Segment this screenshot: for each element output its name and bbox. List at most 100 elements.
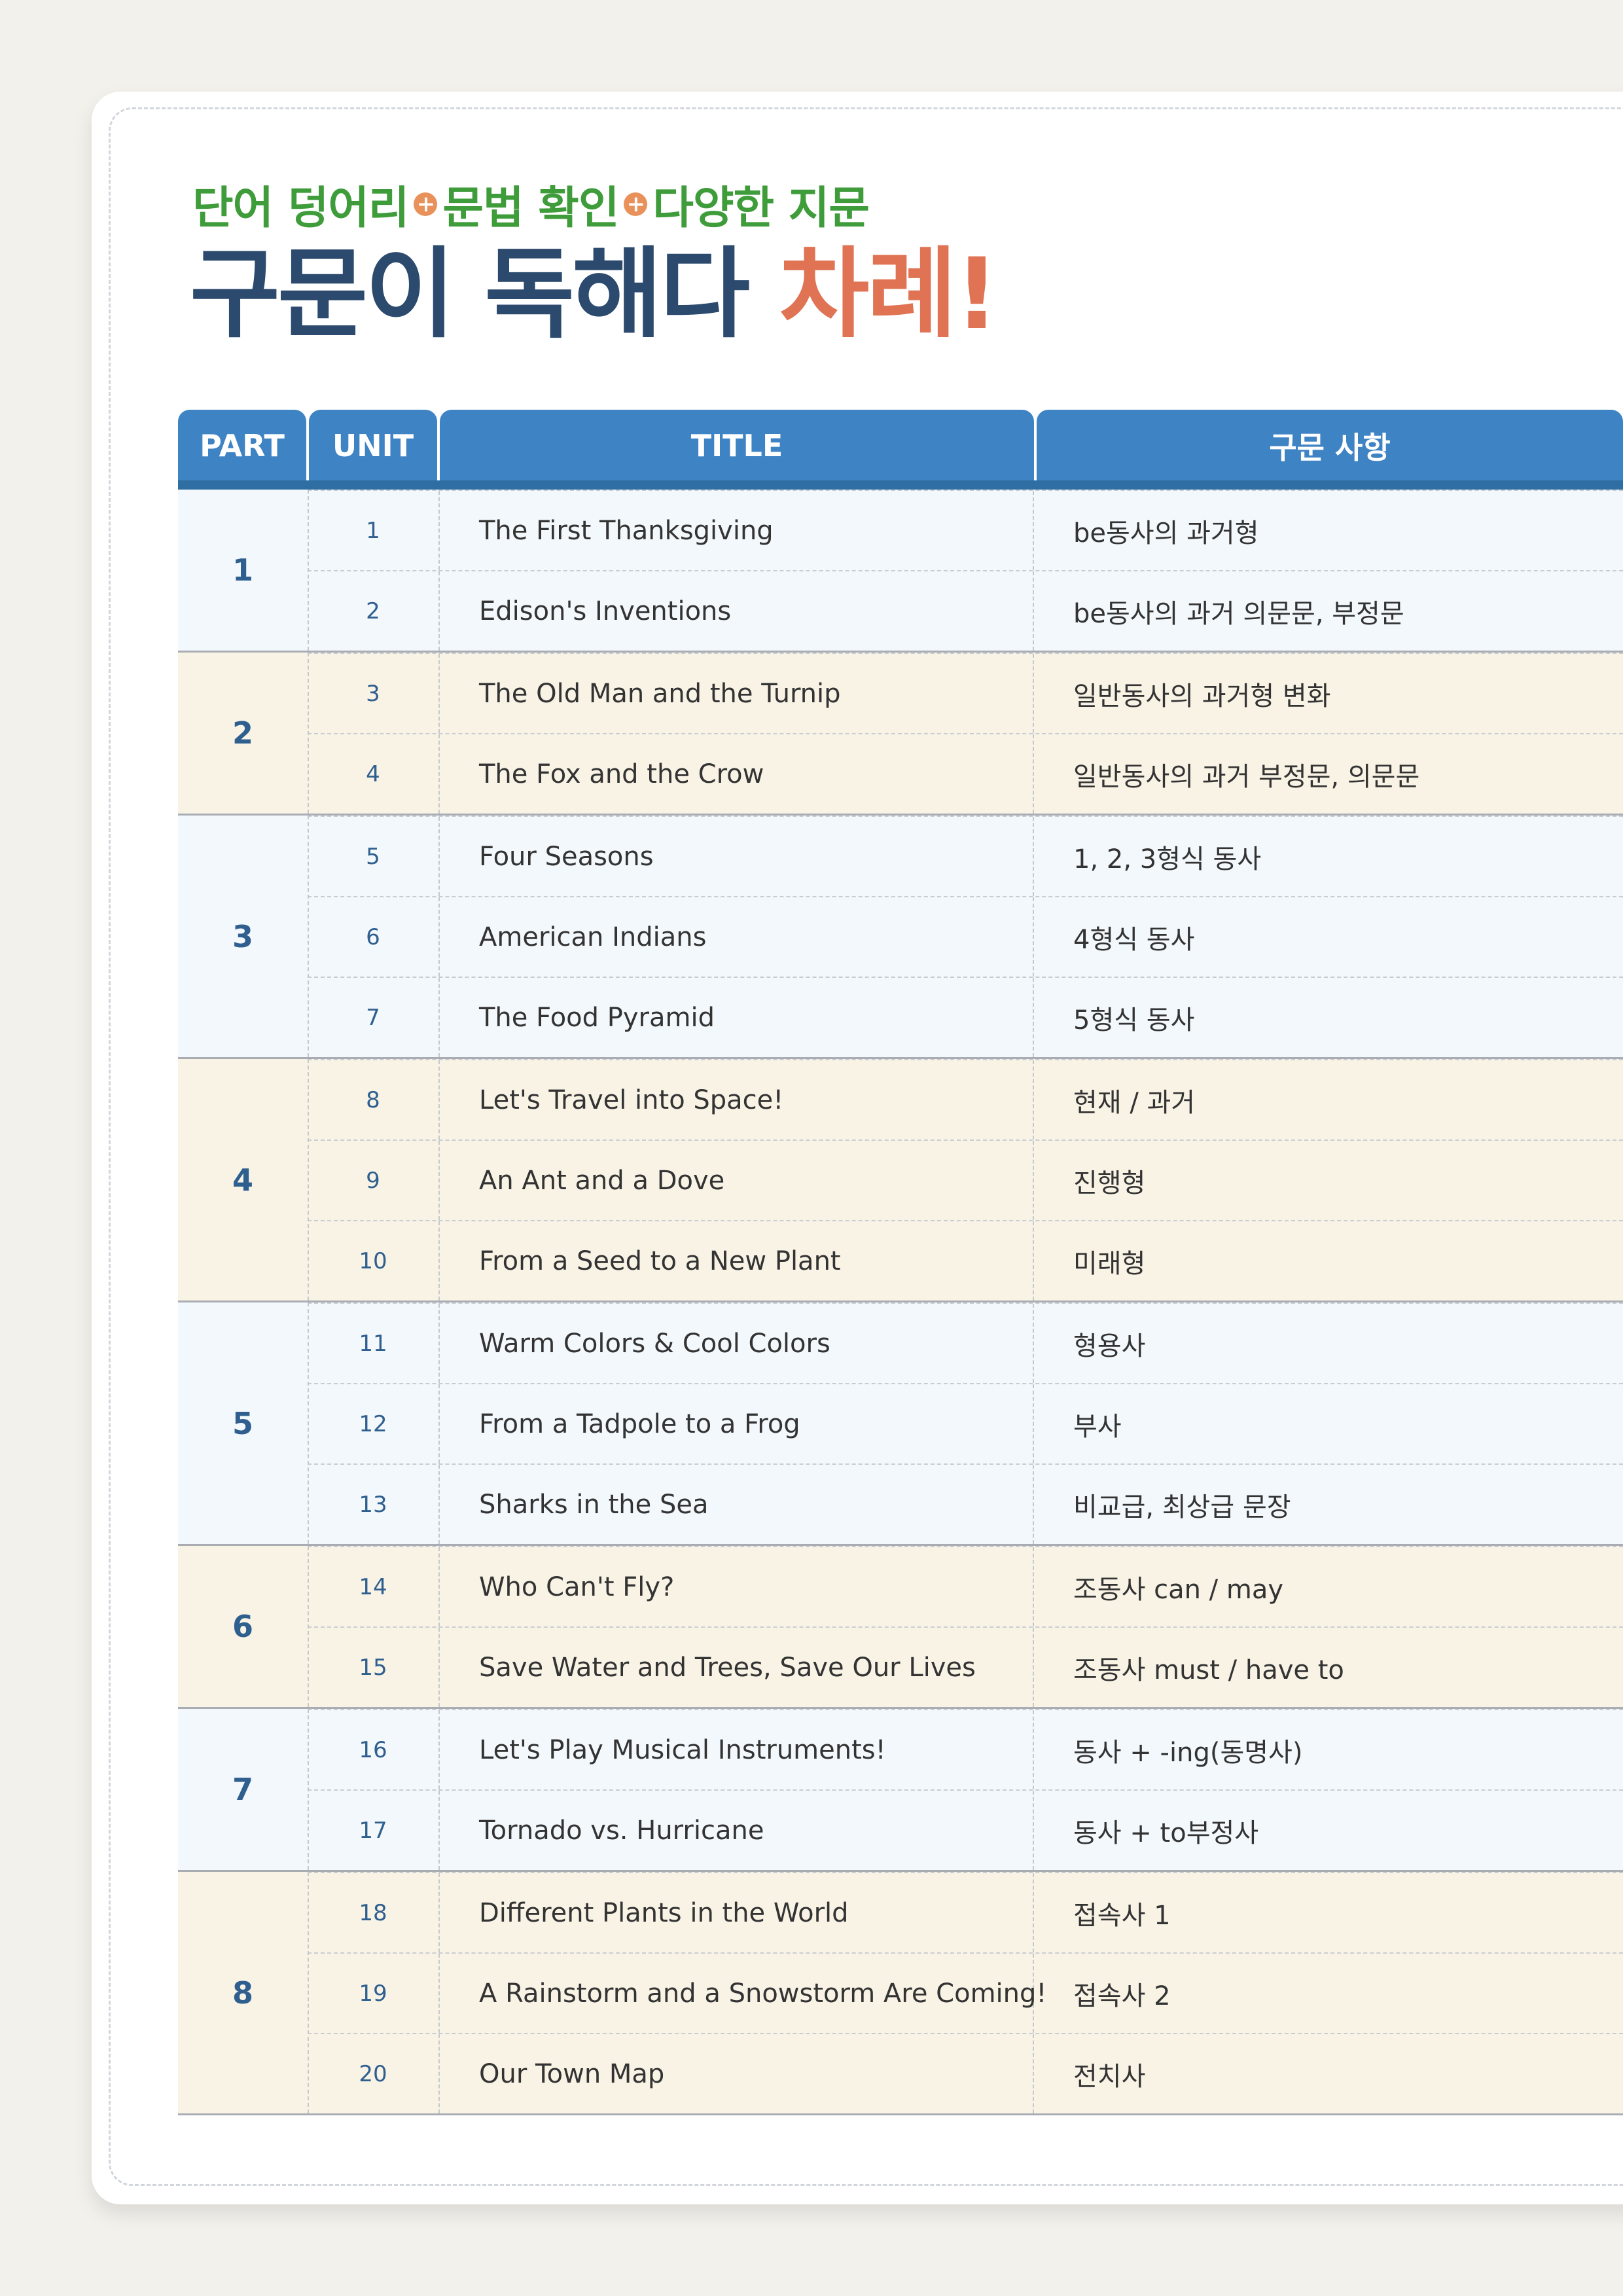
part-group: 2 3 The Old Man and the Turnip 일반동사의 과거형 변화… bbox=[178, 653, 1623, 816]
part-group: 7 16 Let's Play Musical Instruments! 동사 + -… bbox=[178, 1709, 1623, 1872]
table-row: 1 The First Thanksgiving be동사의 과거형 bbox=[308, 490, 1623, 570]
subtitle-word-chunks: 단어 덩어리 bbox=[192, 183, 409, 234]
grammar-point: 접속사 2 bbox=[1073, 1981, 1171, 2011]
unit-number: 12 bbox=[308, 1384, 440, 1463]
table-row: 6 American Indians 4형식 동사 bbox=[308, 896, 1623, 977]
unit-number: 2 bbox=[308, 571, 440, 651]
grammar-point: 미래형 bbox=[1073, 1248, 1146, 1279]
unit-number: 4 bbox=[308, 734, 440, 814]
part-number: 4 bbox=[178, 1059, 309, 1300]
table-header: PART UNIT TITLE 구문 사항 bbox=[178, 410, 1623, 490]
part-number: 2 bbox=[178, 653, 309, 814]
unit-number: 13 bbox=[308, 1465, 440, 1544]
unit-title: Sharks in the Sea bbox=[440, 1465, 1034, 1544]
part-group: 4 8 Let's Travel into Space! 현재 / 과거 9 An Ant… bbox=[178, 1059, 1623, 1302]
grammar-point: 조동사 can / may bbox=[1073, 1574, 1284, 1605]
subtitle: 단어 덩어리 + 문법 확인 + 다양한 지문 bbox=[192, 171, 870, 236]
part-number: 7 bbox=[178, 1709, 309, 1870]
grammar-point: 동사 + to부정사 bbox=[1073, 1818, 1259, 1848]
contents-table: PART UNIT TITLE 구문 사항 1 1 The First Thanks… bbox=[178, 410, 1623, 2115]
unit-title: Who Can't Fly? bbox=[440, 1547, 1034, 1626]
unit-number: 3 bbox=[308, 654, 440, 733]
unit-title: Edison's Inventions bbox=[440, 571, 1034, 651]
table-row: 7 The Food Pyramid 5형식 동사 bbox=[308, 977, 1623, 1057]
unit-title: An Ant and a Dove bbox=[440, 1141, 1034, 1220]
unit-title: Warm Colors & Cool Colors bbox=[440, 1304, 1034, 1383]
table-row: 14 Who Can't Fly? 조동사 can / may bbox=[308, 1546, 1623, 1626]
unit-title: Save Water and Trees, Save Our Lives bbox=[440, 1628, 1034, 1707]
unit-title: The Old Man and the Turnip bbox=[440, 654, 1034, 733]
unit-number: 11 bbox=[308, 1304, 440, 1383]
grammar-point: 1, 2, 3형식 동사 bbox=[1073, 844, 1262, 874]
unit-title: Four Seasons bbox=[440, 817, 1034, 896]
part-number: 8 bbox=[178, 1872, 309, 2113]
unit-title: From a Seed to a New Plant bbox=[440, 1221, 1034, 1300]
unit-number: 7 bbox=[308, 978, 440, 1057]
subtitle-various-passages: 다양한 지문 bbox=[652, 183, 869, 234]
header-underline bbox=[178, 480, 1623, 490]
part-group: 6 14 Who Can't Fly? 조동사 can / may 15 Save Wat… bbox=[178, 1546, 1623, 1709]
unit-number: 20 bbox=[308, 2034, 440, 2113]
grammar-point: 접속사 1 bbox=[1073, 1900, 1171, 1931]
unit-number: 15 bbox=[308, 1628, 440, 1707]
unit-title: Let's Travel into Space! bbox=[440, 1060, 1034, 1139]
unit-title: Tornado vs. Hurricane bbox=[440, 1791, 1034, 1870]
part-group: 5 11 Warm Colors & Cool Colors 형용사 12 From a … bbox=[178, 1302, 1623, 1546]
table-row: 19 A Rainstorm and a Snowstorm Are Coming… bbox=[308, 1952, 1623, 2033]
unit-title: The First Thanksgiving bbox=[440, 491, 1034, 570]
grammar-point: 일반동사의 과거형 변화 bbox=[1073, 681, 1331, 711]
table-row: 20 Our Town Map 전치사 bbox=[308, 2033, 1623, 2113]
table-row: 13 Sharks in the Sea 비교급, 최상급 문장 bbox=[308, 1463, 1623, 1544]
unit-number: 19 bbox=[308, 1954, 440, 2033]
grammar-point: be동사의 과거 의문문, 부정문 bbox=[1073, 598, 1404, 629]
grammar-point: 5형식 동사 bbox=[1073, 1005, 1195, 1035]
grammar-point: be동사의 과거형 bbox=[1073, 518, 1259, 548]
unit-number: 18 bbox=[308, 1873, 440, 1952]
column-header-title: TITLE bbox=[440, 410, 1034, 482]
unit-number: 16 bbox=[308, 1710, 440, 1789]
column-header-unit: UNIT bbox=[309, 410, 437, 482]
table-row: 12 From a Tadpole to a Frog 부사 bbox=[308, 1383, 1623, 1463]
part-group: 8 18 Different Plants in the World 접속사 1 19 A… bbox=[178, 1872, 1623, 2115]
table-row: 10 From a Seed to a New Plant 미래형 bbox=[308, 1220, 1623, 1300]
unit-number: 5 bbox=[308, 817, 440, 896]
page-title-main: 구문이 독해다 bbox=[190, 238, 750, 351]
unit-title: A Rainstorm and a Snowstorm Are Coming! bbox=[440, 1954, 1046, 2033]
unit-title: Our Town Map bbox=[440, 2034, 1034, 2113]
unit-number: 14 bbox=[308, 1547, 440, 1626]
plus-icon: + bbox=[414, 192, 438, 216]
grammar-point: 4형식 동사 bbox=[1073, 924, 1195, 955]
table-row: 9 An Ant and a Dove 진행형 bbox=[308, 1139, 1623, 1220]
unit-number: 6 bbox=[308, 897, 440, 977]
table-row: 17 Tornado vs. Hurricane 동사 + to부정사 bbox=[308, 1789, 1623, 1870]
part-number: 6 bbox=[178, 1546, 309, 1707]
grammar-point: 전치사 bbox=[1073, 2061, 1146, 2092]
unit-title: American Indians bbox=[440, 897, 1034, 977]
part-number: 3 bbox=[178, 816, 309, 1057]
part-group: 3 5 Four Seasons 1, 2, 3형식 동사 6 American Indi… bbox=[178, 816, 1623, 1059]
grammar-point: 조동사 must / have to bbox=[1073, 1655, 1344, 1685]
unit-title: Let's Play Musical Instruments! bbox=[440, 1710, 1034, 1789]
unit-title: From a Tadpole to a Frog bbox=[440, 1384, 1034, 1463]
column-header-part: PART bbox=[178, 410, 306, 482]
grammar-point: 일반동사의 과거 부정문, 의문문 bbox=[1073, 761, 1420, 792]
table-row: 11 Warm Colors & Cool Colors 형용사 bbox=[308, 1302, 1623, 1383]
unit-number: 8 bbox=[308, 1060, 440, 1139]
page-title: 구문이 독해다 차례! bbox=[190, 243, 999, 347]
grammar-point: 현재 / 과거 bbox=[1073, 1087, 1196, 1118]
part-number: 1 bbox=[178, 490, 309, 651]
unit-number: 10 bbox=[308, 1221, 440, 1300]
unit-number: 9 bbox=[308, 1141, 440, 1220]
unit-title: The Food Pyramid bbox=[440, 978, 1034, 1057]
table-row: 3 The Old Man and the Turnip 일반동사의 과거형 변화 bbox=[308, 653, 1623, 733]
table-row: 8 Let's Travel into Space! 현재 / 과거 bbox=[308, 1059, 1623, 1139]
table-row: 18 Different Plants in the World 접속사 1 bbox=[308, 1872, 1623, 1952]
table-row: 16 Let's Play Musical Instruments! 동사 + -i… bbox=[308, 1709, 1623, 1789]
grammar-point: 동사 + -ing(동명사) bbox=[1073, 1737, 1303, 1768]
part-group: 1 1 The First Thanksgiving be동사의 과거형 2 Edison… bbox=[178, 490, 1623, 653]
plus-icon: + bbox=[624, 192, 648, 216]
page-title-accent: 차례! bbox=[779, 238, 999, 351]
part-number: 5 bbox=[178, 1302, 309, 1544]
grammar-point: 형용사 bbox=[1073, 1331, 1146, 1361]
unit-title: The Fox and the Crow bbox=[440, 734, 1034, 814]
